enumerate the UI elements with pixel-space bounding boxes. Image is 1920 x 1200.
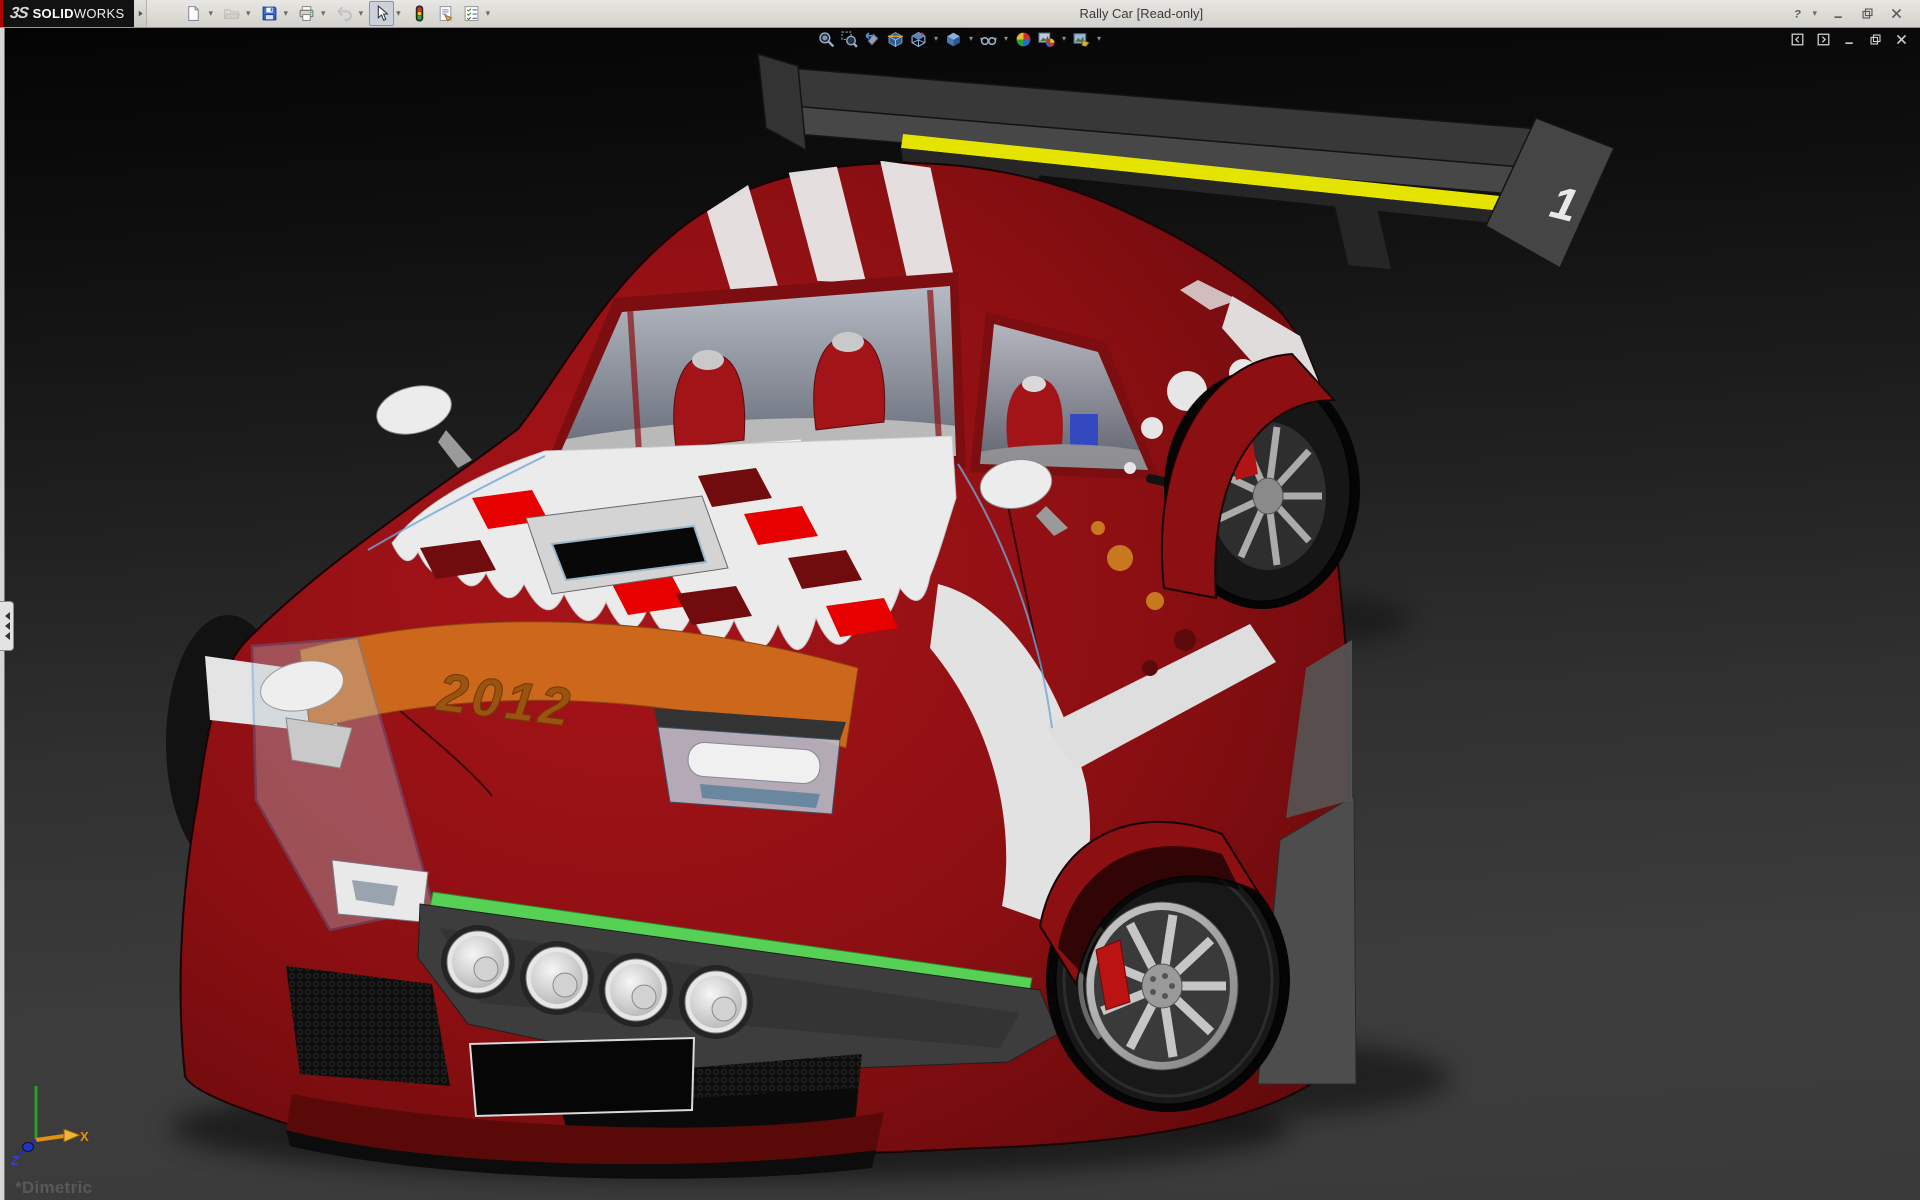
open-folder-icon <box>223 5 240 22</box>
help-question-button[interactable]: ? <box>1787 4 1807 24</box>
pane-right-button[interactable] <box>1815 31 1832 48</box>
undo-button[interactable] <box>332 1 357 26</box>
dropdown-arrow-icon[interactable]: ▾ <box>208 9 213 18</box>
dropdown-arrow-icon[interactable]: ▾ <box>1004 35 1008 43</box>
x-axis <box>35 1134 65 1142</box>
view-orientation-button[interactable] <box>908 29 929 49</box>
menu-flyout-button[interactable] <box>134 0 148 27</box>
view-orientation-label: *Dimetric <box>15 1178 93 1197</box>
restore-icon <box>1869 33 1882 46</box>
orientation-triad: X Z <box>10 1086 89 1168</box>
minimize-button[interactable] <box>1841 31 1858 48</box>
print-icon <box>298 5 315 22</box>
left-mirror <box>376 385 452 435</box>
hide-show-items-button[interactable] <box>978 29 999 49</box>
pane-right-icon <box>1817 33 1830 46</box>
select-cursor-icon <box>373 5 390 22</box>
dropdown-arrow-icon[interactable]: ▾ <box>486 9 491 18</box>
window-title: Rally Car [Read-only] <box>1079 6 1204 21</box>
minimize-icon <box>1832 7 1845 20</box>
document-window-controls <box>1789 31 1910 48</box>
edit-appearance-button[interactable] <box>1013 29 1034 49</box>
minimize-button[interactable] <box>1828 4 1848 24</box>
open-folder-button[interactable] <box>219 1 244 26</box>
x-axis-label: X <box>80 1129 89 1144</box>
pane-left-button[interactable] <box>1789 31 1806 48</box>
zoom-to-fit-button[interactable] <box>816 29 837 49</box>
collapse-arrows-icon <box>4 612 10 640</box>
file-properties-button[interactable] <box>433 1 458 26</box>
view-settings-button[interactable] <box>1071 29 1092 49</box>
section-view-button[interactable] <box>885 29 906 49</box>
brand-name: SOLIDWORKS <box>32 5 125 21</box>
options-checklist-button[interactable] <box>459 1 484 26</box>
apply-scene-button[interactable] <box>1036 29 1057 49</box>
z-axis-label: Z <box>10 1153 20 1168</box>
save-button[interactable] <box>257 1 282 26</box>
save-icon <box>261 5 278 22</box>
file-properties-icon <box>437 5 454 22</box>
restore-icon <box>1861 7 1874 20</box>
dropdown-arrow-icon[interactable]: ▾ <box>396 9 401 18</box>
zoom-to-area-icon <box>841 31 858 48</box>
undo-icon <box>336 5 353 22</box>
restore-button[interactable] <box>1857 4 1877 24</box>
title-bar: 3S SOLIDWORKS ▾ ▾ ▾ ▾ ▾ ▾ ▾ Rally Car [Read-on… <box>0 0 1920 28</box>
select-cursor-button[interactable] <box>369 1 395 26</box>
3d-viewport-canvas[interactable]: 1 2012 <box>0 28 1920 1200</box>
new-document-button[interactable] <box>181 1 206 26</box>
view-orientation-icon <box>910 31 927 48</box>
display-style-button[interactable] <box>943 29 964 49</box>
view-settings-icon <box>1073 31 1090 48</box>
dropdown-arrow-icon[interactable]: ▾ <box>934 35 938 43</box>
dropdown-arrow-icon[interactable]: ▾ <box>359 9 364 18</box>
license-plate <box>468 1036 696 1118</box>
previous-view-icon <box>864 31 881 48</box>
hide-show-items-icon <box>980 31 997 48</box>
previous-view-button[interactable] <box>862 29 883 49</box>
3d-viewport[interactable]: 1 2012 ▾ ▾ ▾ ▾ ▾ X Z *Dimetric <box>0 28 1920 1200</box>
new-document-icon <box>185 5 202 22</box>
section-view-icon <box>887 31 904 48</box>
options-checklist-icon <box>463 5 480 22</box>
dropdown-arrow-icon[interactable]: ▾ <box>1812 9 1817 18</box>
dropdown-arrow-icon[interactable]: ▾ <box>1097 35 1101 43</box>
edit-appearance-icon <box>1015 31 1032 48</box>
dropdown-arrow-icon[interactable]: ▾ <box>246 9 251 18</box>
svg-text:?: ? <box>1794 9 1801 20</box>
featuremanager-collapsed-tab[interactable] <box>0 601 14 651</box>
display-style-icon <box>945 31 962 48</box>
quick-access-toolbar: ▾ ▾ ▾ ▾ ▾ ▾ ▾ <box>181 1 495 26</box>
restore-button[interactable] <box>1867 31 1884 48</box>
dropdown-arrow-icon[interactable]: ▾ <box>321 9 326 18</box>
close-button[interactable] <box>1886 4 1906 24</box>
rebuild-traffic-light-icon <box>411 5 428 22</box>
dropdown-arrow-icon[interactable]: ▾ <box>284 9 289 18</box>
close-icon <box>1890 7 1903 20</box>
dropdown-arrow-icon[interactable]: ▾ <box>969 35 973 43</box>
help-question-icon: ? <box>1791 7 1804 20</box>
titlebar-window-controls: ? ▾ <box>1787 4 1906 24</box>
minimize-icon <box>1843 33 1856 46</box>
flyout-arrow-icon <box>138 10 143 17</box>
close-icon <box>1895 33 1908 46</box>
solidworks-logo: 3S SOLIDWORKS <box>3 0 135 27</box>
zoom-to-area-button[interactable] <box>839 29 860 49</box>
headsup-view-toolbar: ▾ ▾ ▾ ▾ ▾ <box>816 29 1104 49</box>
zoom-to-fit-icon <box>818 31 835 48</box>
dropdown-arrow-icon[interactable]: ▾ <box>1062 35 1066 43</box>
rebuild-traffic-light-button[interactable] <box>407 1 432 26</box>
close-button[interactable] <box>1893 31 1910 48</box>
pane-left-icon <box>1791 33 1804 46</box>
dassault-mark: 3S <box>8 4 29 22</box>
apply-scene-icon <box>1038 31 1055 48</box>
print-button[interactable] <box>294 1 319 26</box>
